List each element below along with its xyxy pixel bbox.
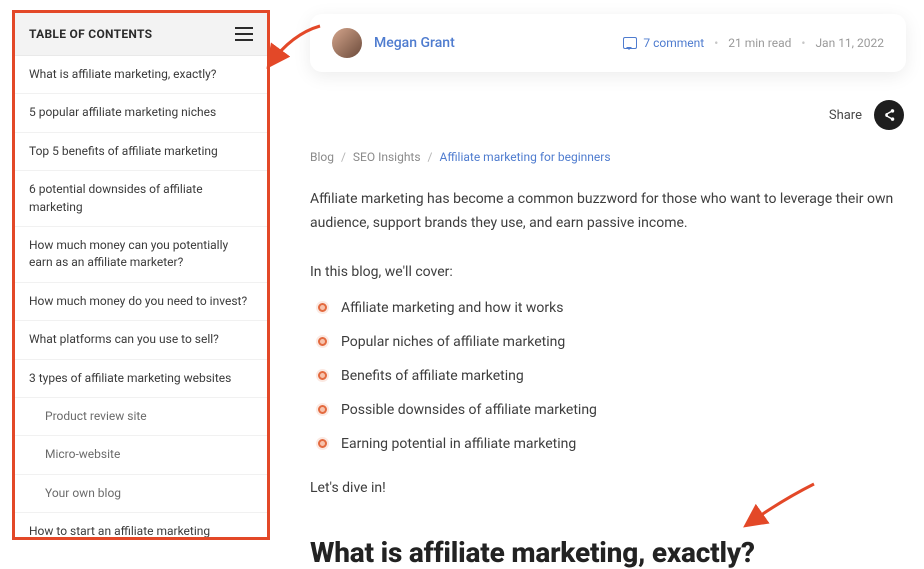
toc-item[interactable]: 5 popular affiliate marketing niches (15, 94, 267, 132)
breadcrumb-current[interactable]: Affiliate marketing for beginners (439, 150, 610, 164)
toc-item[interactable]: Micro-website (15, 436, 267, 474)
toc-item[interactable]: How much money do you need to invest? (15, 283, 267, 321)
bullet-dot-icon (318, 371, 327, 380)
separator-dot: • (714, 36, 718, 50)
toc-header: TABLE OF CONTENTS (15, 13, 267, 56)
breadcrumb-blog[interactable]: Blog (310, 150, 334, 164)
comment-icon (623, 37, 637, 49)
share-button[interactable] (874, 100, 904, 130)
author-avatar[interactable] (332, 28, 362, 58)
list-item: Earning potential in affiliate marketing (310, 436, 906, 452)
intro-paragraph: Affiliate marketing has become a common … (310, 188, 906, 236)
toc-item[interactable]: What platforms can you use to sell? (15, 321, 267, 359)
bullet-dot-icon (318, 303, 327, 312)
section-heading: What is affiliate marketing, exactly? (310, 536, 906, 569)
breadcrumb-seo[interactable]: SEO Insights (353, 150, 421, 164)
share-label: Share (829, 108, 862, 123)
bullet-text: Popular niches of affiliate marketing (341, 334, 565, 350)
share-icon (882, 108, 896, 122)
separator-dot: • (801, 36, 805, 50)
toc-title: TABLE OF CONTENTS (29, 27, 152, 41)
list-item: Possible downsides of affiliate marketin… (310, 402, 906, 418)
bullet-dot-icon (318, 405, 327, 414)
author-name[interactable]: Megan Grant (374, 35, 455, 51)
breadcrumb: Blog / SEO Insights / Affiliate marketin… (310, 150, 906, 164)
breadcrumb-sep: / (428, 150, 433, 164)
meta-card: Megan Grant 7 comment • 21 min read • Ja… (310, 14, 906, 72)
read-time: 21 min read (728, 36, 791, 50)
toc-item[interactable]: How much money can you potentially earn … (15, 227, 267, 283)
bullet-list: Affiliate marketing and how it works Popu… (310, 300, 906, 452)
bullet-text: Affiliate marketing and how it works (341, 300, 563, 316)
list-item: Benefits of affiliate marketing (310, 368, 906, 384)
comments-count: 7 comment (643, 36, 704, 50)
toc-list: What is affiliate marketing, exactly?5 p… (15, 56, 267, 540)
comments-link[interactable]: 7 comment (623, 36, 704, 50)
cover-line: In this blog, we'll cover: (310, 264, 906, 280)
bullet-text: Possible downsides of affiliate marketin… (341, 402, 597, 418)
list-item: Popular niches of affiliate marketing (310, 334, 906, 350)
dive-line: Let's dive in! (310, 480, 906, 496)
share-row: Share (310, 100, 904, 130)
hamburger-icon[interactable] (235, 27, 253, 41)
toc-item[interactable]: 6 potential downsides of affiliate marke… (15, 171, 267, 227)
bullet-text: Benefits of affiliate marketing (341, 368, 524, 384)
toc-item[interactable]: Your own blog (15, 475, 267, 513)
meta-right: 7 comment • 21 min read • Jan 11, 2022 (623, 36, 884, 50)
table-of-contents: TABLE OF CONTENTS What is affiliate mark… (12, 10, 270, 540)
toc-item[interactable]: What is affiliate marketing, exactly? (15, 56, 267, 94)
toc-item[interactable]: How to start an affiliate marketing webs… (15, 513, 267, 540)
publish-date: Jan 11, 2022 (815, 36, 884, 50)
main-content: Megan Grant 7 comment • 21 min read • Ja… (310, 14, 906, 569)
list-item: Affiliate marketing and how it works (310, 300, 906, 316)
toc-item[interactable]: Top 5 benefits of affiliate marketing (15, 133, 267, 171)
toc-item[interactable]: Product review site (15, 398, 267, 436)
bullet-text: Earning potential in affiliate marketing (341, 436, 576, 452)
breadcrumb-sep: / (341, 150, 346, 164)
toc-item[interactable]: 3 types of affiliate marketing websites (15, 360, 267, 398)
bullet-dot-icon (318, 337, 327, 346)
bullet-dot-icon (318, 439, 327, 448)
